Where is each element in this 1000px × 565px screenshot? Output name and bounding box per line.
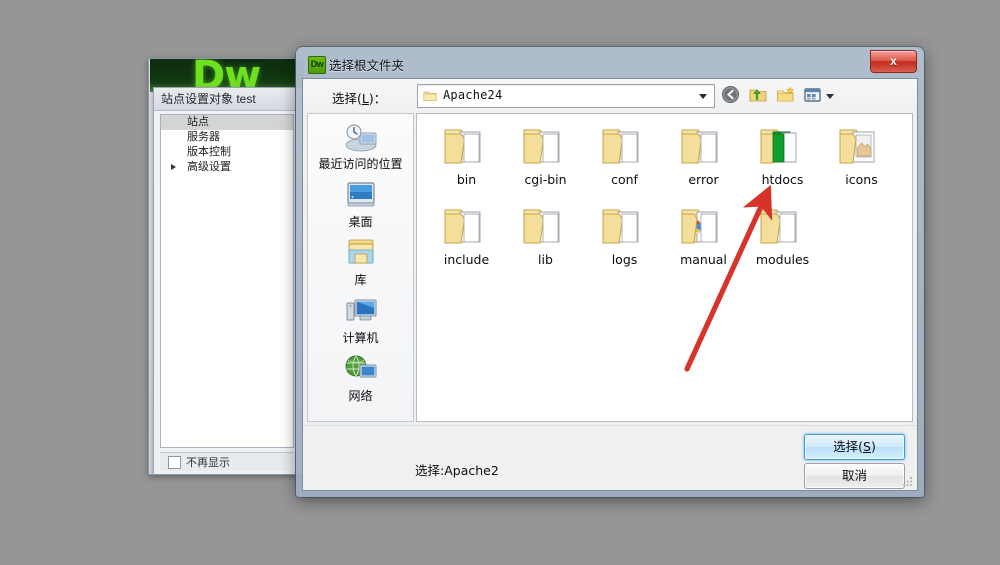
folder-label: bin xyxy=(456,172,477,187)
dialog-footer: 选择:Apache2 选择(S) 取消 xyxy=(303,425,917,490)
path-value: Apache24 xyxy=(443,88,503,102)
folder-icon xyxy=(423,91,437,102)
chevron-down-icon[interactable] xyxy=(826,94,835,99)
network-icon xyxy=(308,353,413,385)
folder-label: icons xyxy=(845,172,878,187)
folder-label: lib xyxy=(538,252,553,267)
chevron-down-icon[interactable] xyxy=(699,94,707,99)
folder-icon xyxy=(664,121,743,171)
sidebar-item-label: 高级设置 xyxy=(187,161,231,173)
dialog-toolbar-row: 选择(L)： Apache24 xyxy=(303,79,917,113)
place-label: 库 xyxy=(354,273,367,287)
folder-icon xyxy=(585,201,664,251)
places-sidebar[interactable]: 最近访问的位置 桌面 库 计算机 网络 xyxy=(307,113,414,422)
site-setup-dialog[interactable]: 站点设置对象 test 站点 服务器 版本控制 高级设置 不再显示 xyxy=(153,87,303,474)
sidebar-item-server[interactable]: 服务器 xyxy=(161,130,293,145)
resize-grip[interactable] xyxy=(901,475,914,488)
dialog-titlebar[interactable]: Dw 选择根文件夹 x xyxy=(302,50,918,78)
folder-icon xyxy=(506,121,585,171)
place-label: 桌面 xyxy=(348,215,373,229)
folder-item-modules[interactable]: modules xyxy=(743,201,822,267)
site-setup-category-list[interactable]: 站点 服务器 版本控制 高级设置 xyxy=(160,114,294,448)
folder-item-manual[interactable]: manual xyxy=(664,201,743,267)
sidebar-item-site[interactable]: 站点 xyxy=(161,115,293,130)
views-icon[interactable] xyxy=(803,85,822,104)
folder-item-logs[interactable]: logs xyxy=(585,201,664,267)
folder-row: include lib logs manual modules xyxy=(417,187,912,267)
folder-icon-green xyxy=(743,121,822,171)
folder-item-lib[interactable]: lib xyxy=(506,201,585,267)
recent-places-icon xyxy=(308,121,413,153)
folder-label: conf xyxy=(611,172,638,187)
site-setup-footer: 不再显示 xyxy=(160,452,294,471)
folder-icon xyxy=(506,201,585,251)
site-setup-title: 站点设置对象 test xyxy=(154,88,302,111)
path-field-label: 选择(L)： xyxy=(332,91,387,106)
folder-item-include[interactable]: include xyxy=(427,201,506,267)
dialog-main: 最近访问的位置 桌面 库 计算机 网络 bin cgi-bin conf err… xyxy=(303,113,917,426)
libraries-icon xyxy=(308,237,413,269)
folder-item-icons[interactable]: icons xyxy=(822,121,901,187)
folder-label: error xyxy=(688,172,719,187)
background-dreamweaver-window[interactable]: Dw 站点设置对象 test 站点 服务器 版本控制 高级设置 不再显示 xyxy=(148,58,306,475)
select-root-folder-dialog[interactable]: Dw 选择根文件夹 x 选择(L)： Apache24 最近访问的位置 桌面 库… xyxy=(296,47,924,497)
new-folder-icon[interactable] xyxy=(776,85,795,104)
dialog-title: 选择根文件夹 xyxy=(329,59,405,73)
place-network[interactable]: 网络 xyxy=(308,346,413,404)
cancel-button[interactable]: 取消 xyxy=(804,463,905,489)
place-desktop[interactable]: 桌面 xyxy=(308,172,413,230)
dreamweaver-app-icon: Dw xyxy=(308,56,326,74)
folder-label: modules xyxy=(755,252,810,267)
place-label: 网络 xyxy=(348,389,373,403)
computer-icon xyxy=(308,295,413,327)
folder-icon xyxy=(427,201,506,251)
chevron-right-icon xyxy=(171,164,176,170)
select-button-label: 选择(S) xyxy=(833,439,876,454)
place-label: 最近访问的位置 xyxy=(318,157,403,171)
close-icon[interactable]: x xyxy=(870,50,917,73)
selection-result-label: 选择:Apache2 xyxy=(415,463,499,478)
folder-item-htdocs[interactable]: htdocs xyxy=(743,121,822,187)
folder-label: include xyxy=(443,252,490,267)
folder-icon-colored xyxy=(664,201,743,251)
place-libraries[interactable]: 库 xyxy=(308,230,413,288)
dont-show-again-checkbox[interactable] xyxy=(168,456,181,469)
select-button[interactable]: 选择(S) xyxy=(804,434,905,460)
dialog-body: 选择(L)： Apache24 最近访问的位置 桌面 库 计算机 网络 bin … xyxy=(302,78,918,491)
folder-list[interactable]: bin cgi-bin conf error htdocs icons incl… xyxy=(416,113,913,422)
folder-icon xyxy=(427,121,506,171)
desktop-icon xyxy=(308,179,413,211)
sidebar-item-label: 站点 xyxy=(187,116,209,128)
folder-item-bin[interactable]: bin xyxy=(427,121,506,187)
back-icon[interactable] xyxy=(721,85,740,104)
folder-label: logs xyxy=(611,252,638,267)
sidebar-item-version-control[interactable]: 版本控制 xyxy=(161,145,293,160)
folder-item-cgi-bin[interactable]: cgi-bin xyxy=(506,121,585,187)
sidebar-item-advanced-settings[interactable]: 高级设置 xyxy=(161,160,293,175)
folder-icon-image xyxy=(822,121,901,171)
folder-icon xyxy=(743,201,822,251)
sidebar-item-label: 版本控制 xyxy=(187,146,231,158)
folder-label: manual xyxy=(680,252,727,267)
place-label: 计算机 xyxy=(342,331,379,345)
dont-show-again-label: 不再显示 xyxy=(186,457,230,469)
folder-row: bin cgi-bin conf error htdocs icons xyxy=(417,114,912,187)
sidebar-item-label: 服务器 xyxy=(187,131,220,143)
navigation-toolbar[interactable] xyxy=(721,85,835,107)
folder-label: cgi-bin xyxy=(524,172,567,187)
place-computer[interactable]: 计算机 xyxy=(308,288,413,346)
up-folder-icon[interactable] xyxy=(748,85,767,104)
cancel-button-label: 取消 xyxy=(841,468,867,483)
folder-label: htdocs xyxy=(761,172,804,187)
folder-item-conf[interactable]: conf xyxy=(585,121,664,187)
folder-item-error[interactable]: error xyxy=(664,121,743,187)
place-recent-locations[interactable]: 最近访问的位置 xyxy=(308,114,413,172)
path-combobox[interactable]: Apache24 xyxy=(417,84,715,108)
folder-icon xyxy=(585,121,664,171)
